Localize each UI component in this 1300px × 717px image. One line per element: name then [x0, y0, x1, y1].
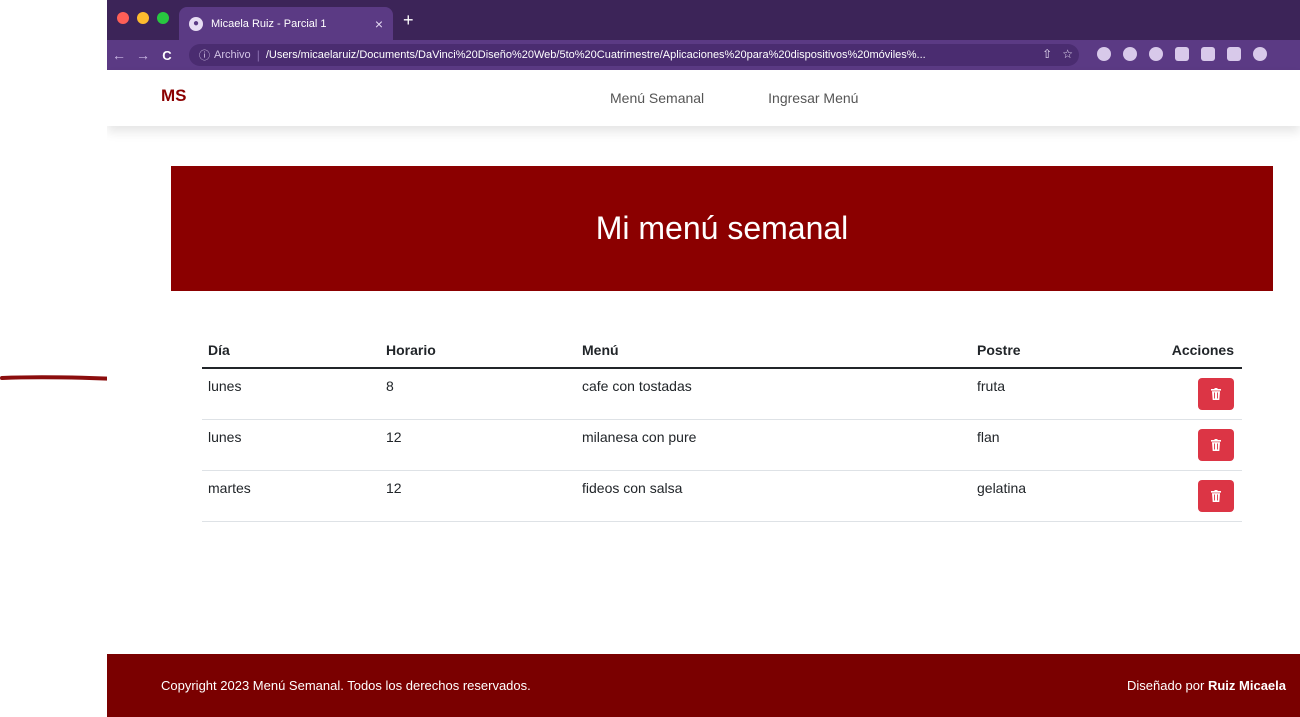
cell-horario: 8 [386, 378, 394, 394]
close-window-icon[interactable] [117, 12, 129, 24]
maximize-window-icon[interactable] [157, 12, 169, 24]
omnibox-actions: ⇧ ☆ [1042, 47, 1073, 61]
back-button[interactable]: ← [107, 47, 131, 63]
stage: ● Micaela Ruiz - Parcial 1 × + ← → C ⓘ A… [0, 0, 1300, 717]
trash-icon [1211, 490, 1221, 502]
info-icon[interactable]: ⓘ [199, 47, 210, 63]
extension-icon[interactable] [1123, 47, 1137, 61]
cell-menu: milanesa con pure [582, 429, 697, 445]
url-input[interactable]: ⓘ Archivo | /Users/micaelaruiz/Documents… [189, 44, 1079, 66]
globe-icon: ● [189, 16, 203, 31]
nav-links: Menú Semanal Ingresar Menú [610, 90, 858, 106]
extensions-toolbar [1097, 47, 1267, 61]
url-text: /Users/micaelaruiz/Documents/DaVinci%20D… [265, 49, 926, 61]
address-separator: | [256, 48, 260, 62]
table-row: lunes 12 milanesa con pure flan [202, 420, 1242, 471]
cell-acciones [1141, 480, 1242, 512]
star-icon[interactable]: ☆ [1062, 47, 1073, 61]
forward-button[interactable]: → [131, 47, 155, 63]
cell-postre: fruta [977, 378, 1006, 394]
table-header: Día Horario Menú Postre Acciones [202, 332, 1242, 369]
hero-banner: Mi menú semanal [171, 166, 1273, 291]
table-row: lunes 8 cafe con tostadas fruta [202, 369, 1242, 420]
share-icon[interactable]: ⇧ [1042, 47, 1052, 61]
cell-dia: martes [208, 480, 251, 496]
cell-menu: fideos con salsa [582, 480, 683, 496]
profile-avatar-icon[interactable] [1253, 47, 1267, 61]
nav-link-ingresar-menu[interactable]: Ingresar Menú [768, 90, 858, 106]
cell-horario: 12 [386, 429, 402, 445]
menu-table: Día Horario Menú Postre Acciones lunes 8… [202, 332, 1242, 522]
delete-button[interactable] [1198, 480, 1234, 512]
table-row: martes 12 fideos con salsa gelatina [202, 471, 1242, 522]
window-controls [117, 12, 169, 24]
trash-icon [1211, 388, 1221, 400]
column-header-menu: Menú [582, 341, 619, 358]
tab-close-icon[interactable]: × [375, 16, 383, 32]
cell-acciones [1141, 378, 1242, 410]
page-title: Mi menú semanal [595, 210, 849, 246]
tab-bar: ● Micaela Ruiz - Parcial 1 × + [107, 0, 1300, 40]
nav-link-menu-semanal[interactable]: Menú Semanal [610, 90, 704, 106]
cell-dia: lunes [208, 378, 242, 394]
footer-copyright: Copyright 2023 Menú Semanal. Todos los d… [161, 678, 531, 693]
column-header-acciones: Acciones [1171, 341, 1234, 358]
web-page: MS Menú Semanal Ingresar Menú Mi menú se… [107, 70, 1300, 717]
puzzle-icon[interactable] [1201, 47, 1215, 61]
footer-designed-prefix: Diseñado por [1127, 678, 1208, 693]
brand-logo[interactable]: MS [161, 86, 187, 106]
address-scheme-label: Archivo [214, 49, 251, 61]
cell-horario: 12 [386, 480, 402, 496]
cell-menu: cafe con tostadas [582, 378, 692, 394]
site-footer: Copyright 2023 Menú Semanal. Todos los d… [107, 654, 1300, 717]
site-navbar: MS Menú Semanal Ingresar Menú [107, 70, 1300, 126]
minimize-window-icon[interactable] [137, 12, 149, 24]
extension-icon[interactable] [1149, 47, 1163, 61]
cell-postre: flan [977, 429, 1000, 445]
extension-icon[interactable] [1097, 47, 1111, 61]
delete-button[interactable] [1198, 378, 1234, 410]
footer-designer-name: Ruiz Micaela [1207, 678, 1286, 693]
column-header-dia: Día [208, 341, 230, 358]
column-header-postre: Postre [977, 341, 1021, 358]
trash-icon [1211, 439, 1221, 451]
cell-postre: gelatina [977, 480, 1027, 496]
browser-tab[interactable]: ● Micaela Ruiz - Parcial 1 × [179, 7, 393, 40]
tab-title: Micaela Ruiz - Parcial 1 [211, 17, 327, 30]
cell-dia: lunes [208, 429, 242, 445]
browser-window: ● Micaela Ruiz - Parcial 1 × + ← → C ⓘ A… [107, 0, 1300, 717]
footer-credits: Diseñado por Ruiz Micaela [1127, 678, 1286, 693]
delete-button[interactable] [1198, 429, 1234, 461]
reload-button[interactable]: C [155, 48, 179, 63]
column-header-horario: Horario [386, 341, 436, 358]
vue-devtools-icon[interactable] [1175, 47, 1189, 61]
sidebar-icon[interactable] [1227, 47, 1241, 61]
cell-acciones [1141, 429, 1242, 461]
new-tab-button[interactable]: + [403, 10, 414, 31]
